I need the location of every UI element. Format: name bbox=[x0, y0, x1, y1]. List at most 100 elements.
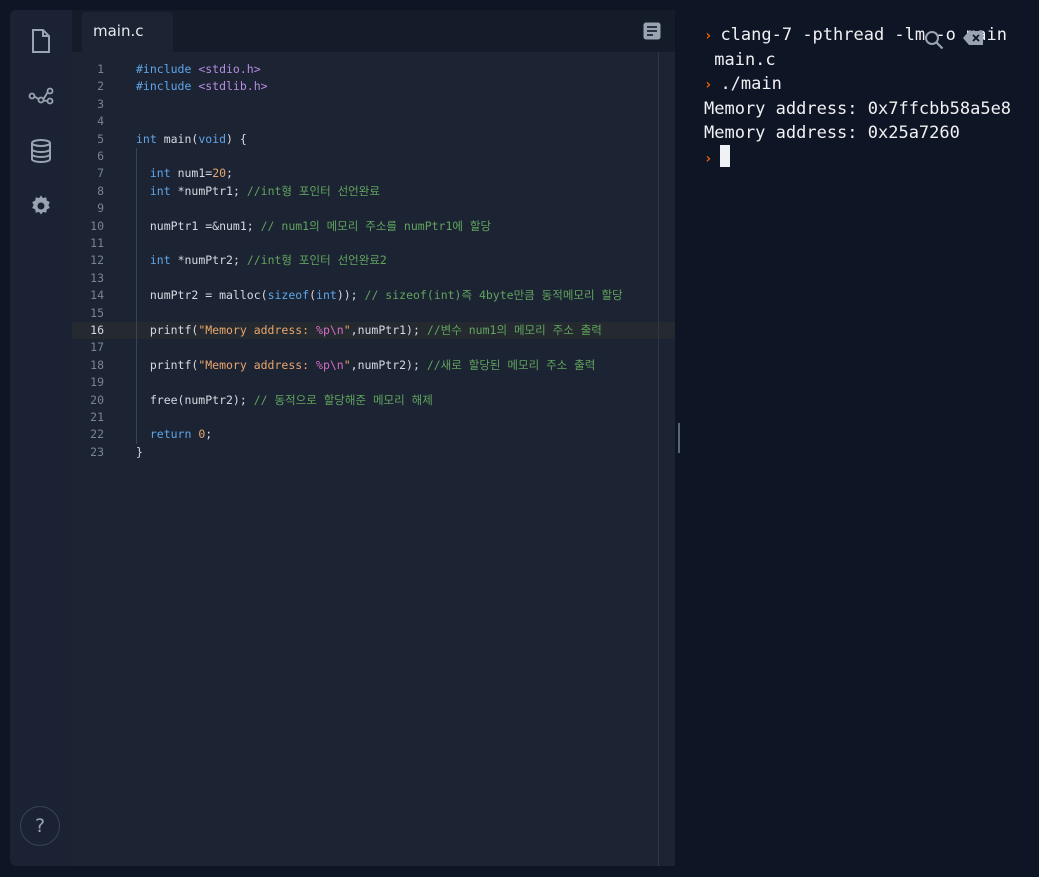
settings-icon[interactable] bbox=[28, 193, 54, 219]
code-token: #include bbox=[136, 79, 199, 94]
code-token: " bbox=[343, 323, 351, 337]
code-line[interactable]: 11 bbox=[72, 235, 675, 252]
code-token: int bbox=[149, 183, 171, 198]
code-token: int bbox=[316, 288, 337, 303]
code-line[interactable]: 5 int main(void) { bbox=[72, 131, 675, 148]
line-source: } bbox=[136, 444, 143, 461]
code-token: //int형 포인터 선언완료2 bbox=[246, 253, 387, 268]
code-token: // num1의 메모리 주소를 numPtr1에 할당 bbox=[260, 218, 492, 233]
code-token: //변수 num1의 메모리 주소 출력 bbox=[426, 323, 602, 337]
code-token: numPtr2 = malloc( bbox=[136, 288, 268, 303]
code-line[interactable]: 6 bbox=[72, 148, 675, 165]
code-line[interactable]: 23} bbox=[72, 444, 675, 461]
code-line[interactable]: 17 bbox=[72, 339, 675, 356]
console-text: ./main bbox=[720, 74, 782, 94]
code-line[interactable]: 10 numPtr1 =&num1; // num1의 메모리 주소를 numP… bbox=[72, 218, 675, 235]
prompt-icon: › bbox=[704, 28, 713, 44]
prompt-icon: › bbox=[704, 151, 713, 167]
console-pane[interactable]: › clang-7 -pthread -lm -o main main.c › ./m… bbox=[685, 10, 1028, 866]
clear-icon[interactable] bbox=[962, 30, 984, 50]
code-line[interactable]: 1 #include <stdio.h> bbox=[72, 61, 675, 78]
code-line[interactable]: 4 bbox=[72, 113, 675, 130]
line-number: 10 bbox=[90, 218, 104, 233]
code-token: %p\n bbox=[316, 323, 344, 337]
code-token: *numPtr1; bbox=[170, 183, 247, 198]
line-source: int *numPtr1; //int형 포인터 선언완료 bbox=[136, 183, 380, 200]
line-source: numPtr2 = malloc(sizeof(int)); // sizeof… bbox=[136, 287, 623, 304]
code-token: main( bbox=[156, 131, 199, 146]
line-number: 6 bbox=[97, 149, 104, 163]
code-area[interactable]: 1 #include <stdio.h> 2 #include <stdlib.h> 3… bbox=[72, 52, 675, 866]
line-number: 16 bbox=[90, 323, 104, 337]
line-number: 21 bbox=[90, 410, 104, 424]
code-line[interactable]: 8 int *numPtr1; //int형 포인터 선언완료 bbox=[72, 183, 675, 200]
code-token: "Memory address: bbox=[198, 357, 317, 372]
pane-resize-handle[interactable] bbox=[678, 423, 680, 453]
line-source: printf("Memory address: %p\n",numPtr2); … bbox=[136, 357, 596, 374]
tab-bar: main.c bbox=[72, 10, 675, 52]
line-number: 20 bbox=[90, 392, 104, 407]
code-line[interactable]: 21 bbox=[72, 409, 675, 426]
line-number: 17 bbox=[90, 340, 104, 355]
line-source: int num1=20; bbox=[136, 165, 233, 182]
code-token: ; bbox=[205, 427, 213, 442]
code-line[interactable]: 18 printf("Memory address: %p\n",numPtr2… bbox=[72, 357, 675, 374]
code-token: free(numPtr2); bbox=[136, 392, 254, 407]
console-line: main.c bbox=[704, 48, 1024, 72]
code-line[interactable]: 9 bbox=[72, 200, 675, 217]
line-source: return 0; bbox=[136, 426, 212, 443]
code-token: *numPtr2; bbox=[170, 253, 247, 268]
line-number: 7 bbox=[97, 166, 104, 181]
code-token: " bbox=[343, 357, 351, 372]
code-token: return bbox=[149, 427, 192, 442]
code-line[interactable]: 16 printf("Memory address: %p\n",numPtr1… bbox=[72, 322, 675, 339]
line-number: 23 bbox=[90, 444, 104, 459]
code-token: ; bbox=[226, 166, 233, 181]
tab-main-c[interactable]: main.c bbox=[82, 12, 173, 52]
console-line: Memory address: 0x7ffcbb58a5e8 bbox=[704, 97, 1024, 121]
code-line[interactable]: 14 numPtr2 = malloc(sizeof(int)); // siz… bbox=[72, 287, 675, 304]
file-icon[interactable] bbox=[28, 28, 54, 54]
code-token: int bbox=[149, 166, 171, 181]
share-icon[interactable] bbox=[28, 83, 54, 109]
line-number: 13 bbox=[90, 270, 104, 285]
code-token: //int형 포인터 선언완료 bbox=[246, 183, 380, 198]
code-line[interactable]: 12 int *numPtr2; //int형 포인터 선언완료2 bbox=[72, 252, 675, 269]
code-line[interactable]: 19 bbox=[72, 374, 675, 391]
line-source: numPtr1 =&num1; // num1의 메모리 주소를 numPtr1… bbox=[136, 218, 491, 235]
code-token: ( bbox=[309, 288, 317, 303]
document-outline-icon[interactable] bbox=[643, 22, 661, 40]
line-number: 14 bbox=[90, 288, 104, 303]
code-token: // 동적으로 할당해준 메모리 해제 bbox=[253, 392, 433, 407]
editor-scrollbar[interactable] bbox=[658, 52, 659, 866]
console-line: Memory address: 0x25a7260 bbox=[704, 121, 1024, 145]
code-token: printf( bbox=[136, 323, 199, 337]
code-line[interactable]: 3 bbox=[72, 96, 675, 113]
line-source: int main(void) { bbox=[136, 131, 247, 148]
code-line[interactable]: 13 bbox=[72, 270, 675, 287]
line-number: 15 bbox=[90, 305, 104, 320]
help-button[interactable]: ? bbox=[20, 806, 60, 846]
code-token: sizeof bbox=[267, 288, 310, 303]
console-input-line[interactable]: › bbox=[704, 145, 1024, 171]
line-source: free(numPtr2); // 동적으로 할당해준 메모리 해제 bbox=[136, 392, 433, 409]
code-line[interactable]: 2 #include <stdlib.h> bbox=[72, 78, 675, 95]
code-token: void bbox=[198, 131, 227, 146]
code-token: printf( bbox=[136, 357, 199, 372]
search-icon[interactable] bbox=[924, 30, 946, 50]
code-line[interactable]: 22 return 0; bbox=[72, 426, 675, 443]
line-number: 9 bbox=[97, 201, 104, 216]
database-icon[interactable] bbox=[28, 138, 54, 164]
code-line[interactable]: 7 int num1=20; bbox=[72, 165, 675, 182]
line-number: 2 bbox=[97, 79, 104, 94]
console-text: main.c bbox=[704, 50, 776, 70]
code-line[interactable]: 15 bbox=[72, 305, 675, 322]
line-number: 11 bbox=[90, 236, 104, 250]
code-token: int bbox=[136, 131, 157, 146]
code-line[interactable]: 20 free(numPtr2); // 동적으로 할당해준 메모리 해제 bbox=[72, 392, 675, 409]
code-token: num1= bbox=[170, 166, 213, 181]
